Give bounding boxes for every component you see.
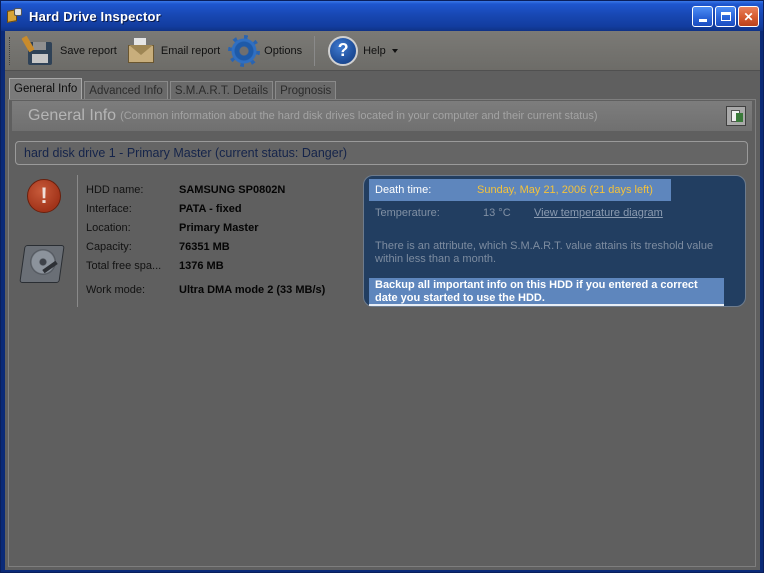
dropdown-arrow-icon	[391, 48, 398, 53]
toolbar: Save report Email report Options ? Help	[5, 31, 760, 71]
options-button[interactable]: Options	[224, 34, 306, 68]
location-value: Primary Master	[179, 221, 259, 234]
backup-advice-text: Backup all important info on this HDD if…	[369, 278, 724, 306]
work-mode-label: Work mode:	[86, 283, 146, 296]
capacity-value: 76351 MB	[179, 240, 230, 253]
info-divider	[77, 175, 78, 307]
attribute-warning-text: There is an attribute, which S.M.A.R.T. …	[375, 240, 714, 265]
hdd-name-label: HDD name:	[86, 183, 144, 196]
drive-info-list: HDD name: SAMSUNG SP0802N Interface: PAT…	[86, 180, 325, 299]
options-label: Options	[264, 44, 303, 57]
danger-warning-icon: !	[27, 179, 61, 213]
window-title: Hard Drive Inspector	[29, 8, 161, 24]
maximize-button[interactable]	[715, 6, 736, 27]
help-icon: ?	[327, 35, 359, 67]
window-controls: ✕	[692, 6, 759, 27]
tab-smart-details[interactable]: S.M.A.R.T. Details	[169, 81, 274, 99]
temperature-value: 13 °C	[483, 207, 511, 219]
app-window: Hard Drive Inspector ✕ Save report Email…	[0, 0, 764, 573]
interface-value: PATA - fixed	[179, 202, 242, 215]
hard-drive-icon	[19, 239, 68, 287]
help-label: Help	[363, 44, 386, 57]
email-report-label: Email report	[160, 44, 221, 57]
title-bar[interactable]: Hard Drive Inspector ✕	[1, 1, 763, 31]
close-icon: ✕	[743, 9, 754, 24]
minimize-icon	[698, 19, 707, 22]
export-report-icon[interactable]	[726, 106, 746, 126]
info-row-hdd-name: HDD name: SAMSUNG SP0802N	[86, 180, 325, 199]
tab-advanced-info[interactable]: Advanced Info	[84, 81, 168, 99]
view-temperature-diagram-link[interactable]: View temperature diagram	[534, 207, 663, 219]
interface-label: Interface:	[86, 202, 132, 215]
info-row-interface: Interface: PATA - fixed	[86, 199, 325, 218]
death-time-value: Sunday, May 21, 2006 (21 days left)	[477, 184, 653, 196]
capacity-label: Capacity:	[86, 240, 132, 253]
maximize-icon	[720, 12, 731, 21]
minimize-button[interactable]	[692, 6, 713, 27]
info-row-work-mode: Work mode: Ultra DMA mode 2 (33 MB/s)	[86, 280, 325, 299]
info-row-capacity: Capacity: 76351 MB	[86, 237, 325, 256]
gear-icon	[228, 34, 261, 67]
hdd-name-value: SAMSUNG SP0802N	[179, 183, 286, 196]
info-row-location: Location: Primary Master	[86, 218, 325, 237]
tab-strip: General Info Advanced Info S.M.A.R.T. De…	[9, 78, 338, 99]
save-report-button[interactable]: Save report	[20, 34, 121, 68]
general-info-panel: General Info (Common information about t…	[8, 99, 756, 567]
location-label: Location:	[86, 221, 131, 234]
close-button[interactable]: ✕	[738, 6, 759, 27]
save-report-label: Save report	[60, 44, 117, 57]
app-icon	[7, 8, 23, 24]
free-space-label: Total free spa...	[86, 259, 162, 272]
envelope-icon	[125, 35, 157, 67]
floppy-disk-icon	[21, 35, 56, 67]
email-report-button[interactable]: Email report	[121, 34, 224, 68]
info-row-free-space: Total free spa... 1376 MB	[86, 256, 325, 275]
toolbar-grip[interactable]	[9, 36, 12, 65]
work-mode-value: Ultra DMA mode 2 (33 MB/s)	[179, 283, 326, 296]
section-title: General Info	[28, 107, 117, 124]
toolbar-separator	[314, 35, 316, 66]
temperature-row: Temperature: 13 °C View temperature diag…	[375, 206, 663, 220]
status-panel: Death time: Sunday, May 21, 2006 (21 day…	[363, 175, 746, 307]
section-description: (Common information about the hard disk …	[120, 110, 598, 122]
drive-header: hard disk drive 1 - Primary Master (curr…	[15, 141, 748, 165]
tab-prognosis[interactable]: Prognosis	[275, 81, 337, 99]
section-header: General Info (Common information about t…	[12, 101, 752, 131]
death-time-label: Death time:	[375, 184, 432, 196]
tab-general-info[interactable]: General Info	[9, 78, 83, 99]
death-time-row: Death time: Sunday, May 21, 2006 (21 day…	[369, 179, 671, 201]
client-area: Save report Email report Options ? Help …	[5, 31, 760, 570]
free-space-value: 1376 MB	[179, 259, 224, 272]
help-button[interactable]: ? Help	[323, 34, 402, 68]
temperature-label: Temperature:	[375, 207, 440, 219]
